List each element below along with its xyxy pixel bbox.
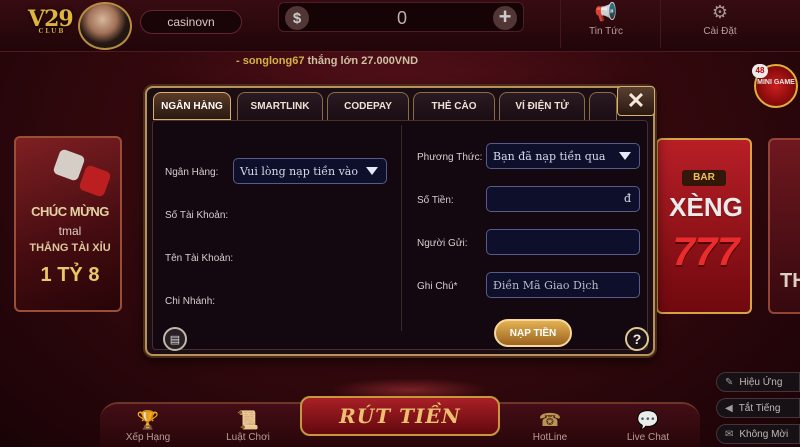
bank-label: Ngân Hàng: [165,167,219,178]
tab-smartlink[interactable]: SMARTLINK [237,92,323,120]
panel-divider [401,125,402,331]
deposit-tabs: NGÂN HÀNG SMARTLINK CODEPAY THẺ CÀO VÍ Đ… [151,92,637,120]
sender-input[interactable] [486,229,640,255]
deposit-panel: Ngân Hàng: Vui lòng nạp tiền vào Số Tài … [152,120,649,351]
bank-select[interactable]: Vui lòng nạp tiền vào [233,158,387,184]
method-select[interactable]: Bạn đã nạp tiền qua [486,143,640,169]
transaction-code-input[interactable]: Điền Mã Giao Dịch [486,272,640,298]
tab-codepay[interactable]: CODEPAY [327,92,409,120]
currency-unit: đ [623,192,631,205]
deposit-submit-button[interactable]: NẠP TIỀN [494,319,572,347]
chevron-down-icon [366,167,378,175]
account-name-label: Tên Tài Khoản: [165,253,234,264]
amount-label: Số Tiền: [417,195,454,206]
method-select-value: Bạn đã nạp tiền qua [493,149,606,163]
bank-select-value: Vui lòng nạp tiền vào [240,164,358,178]
chevron-down-icon [619,152,631,160]
close-button[interactable]: ✕ [617,86,655,116]
account-number-label: Số Tài Khoản: [165,210,229,221]
tab-bank[interactable]: NGÂN HÀNG [153,92,231,120]
tab-card[interactable]: THẺ CÀO [413,92,495,120]
help-button[interactable]: ? [625,327,649,351]
amount-input[interactable]: đ [486,186,640,212]
tab-ewallet[interactable]: VÍ ĐIỆN TỬ [499,92,585,120]
transaction-code-placeholder: Điền Mã Giao Dịch [493,278,599,292]
branch-label: Chi Nhánh: [165,296,216,307]
tab-more[interactable] [589,92,617,120]
deposit-modal: NGÂN HÀNG SMARTLINK CODEPAY THẺ CÀO VÍ Đ… [145,86,655,356]
note-label: Ghi Chú* [417,281,458,292]
method-label: Phương Thức: [417,152,483,163]
document-icon[interactable]: ▤ [163,327,187,351]
sender-label: Người Gửi: [417,238,468,249]
